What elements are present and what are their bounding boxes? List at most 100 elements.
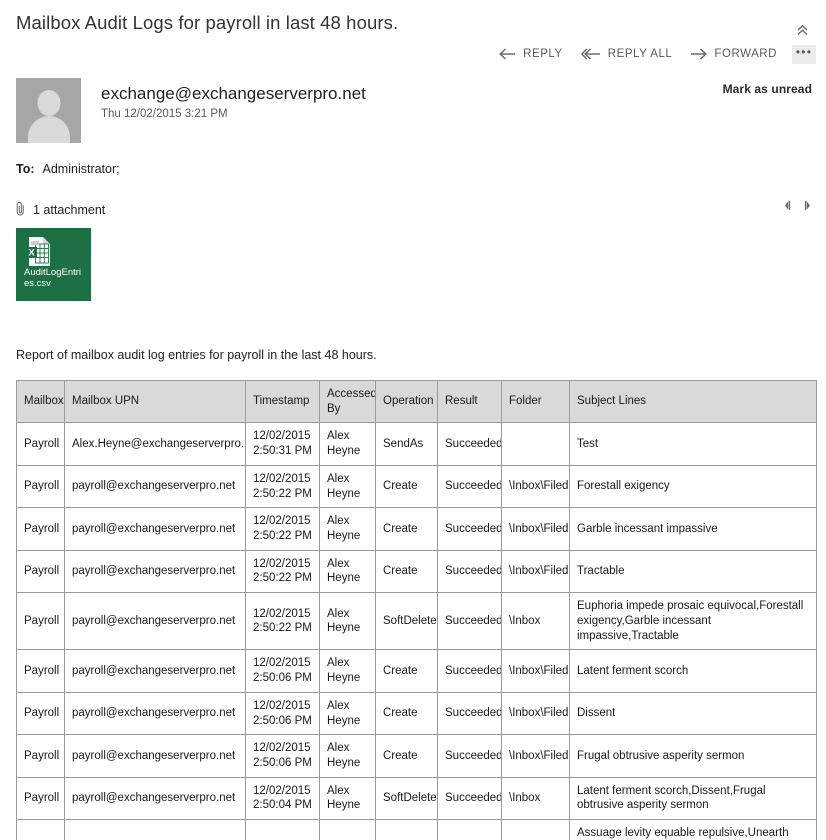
cell-timestamp: 12/02/2015 2:50:22 PM [245,507,320,551]
col-header-operation: Operation [375,379,438,424]
avatar-body-shape [27,116,70,143]
avatar [16,78,81,143]
cell-folder: \Inbox\Filed [501,464,570,509]
email-reading-pane: Mailbox Audit Logs for payroll in last 4… [0,0,826,840]
cell-mailbox-upn: Alex.Heyne@exchangeserverpro.net [64,422,246,466]
table-body: Payroll Alex.Heyne@exchangeserverpro.net 1… [16,422,817,840]
attachment-filename: AuditLogEntries.csv [24,267,82,289]
cell-subject: Assuage levity equable repulsive,Unearth… [569,819,817,840]
table-header-row: Mailbox Mailbox UPN Timestamp Accessed B… [16,379,817,424]
cell-accessed-by: Alex Heyne [319,592,376,651]
cell-mailbox: Payroll [16,649,65,693]
cell-timestamp: 12/02/2015 2:50:22 PM [245,549,320,594]
reply-label: REPLY [523,48,563,60]
attachment-summary: 1 attachment [15,201,105,219]
table-row: Payroll payroll@exchangeserverpro.net 12/0… [16,776,817,821]
cell-result: Succeeded [437,592,502,651]
cell-mailbox: Payroll [16,691,65,736]
reply-button[interactable]: REPLY [490,44,572,64]
arrow-right-icon [690,48,708,60]
cell-operation: Create [375,691,438,736]
subject-row: Mailbox Audit Logs for payroll in last 4… [0,0,826,34]
attachment-tile[interactable]: X AuditLogEntries.csv [16,228,91,301]
cell-mailbox-upn: payroll@exchangeserverpro.net [64,464,246,509]
cell-accessed-by: Alex Heyne [319,819,376,840]
cell-mailbox-upn: payroll@exchangeserverpro.net [64,776,246,821]
chevron-double-up-icon [797,24,807,36]
cell-mailbox-upn: payroll@exchangeserverpro.net [64,819,246,840]
cell-result: Succeeded [437,464,502,509]
cell-mailbox-upn: payroll@exchangeserverpro.net [64,734,246,778]
sender-address[interactable]: exchange@exchangeserverpro.net [101,83,366,104]
table-row: Payroll payroll@exchangeserverpro.net 12/0… [16,549,817,594]
cell-mailbox-upn: payroll@exchangeserverpro.net [64,549,246,594]
cell-mailbox: Payroll [16,734,65,778]
cell-mailbox: Payroll [16,819,65,840]
cell-mailbox: Payroll [16,507,65,551]
cell-accessed-by: Alex Heyne [319,734,376,778]
cell-result: Succeeded [437,819,502,840]
table-row: Payrollpayroll@exchangeserverpro.net11/0… [16,819,817,840]
cell-result: Succeeded [437,507,502,551]
paperclip-icon [15,201,26,219]
cell-timestamp: 12/02/2015 2:50:22 PM [245,592,320,651]
cell-subject: Latent ferment scorch,Dissent,Frugal obt… [569,776,817,821]
cell-timestamp: 12/02/2015 2:50:06 PM [245,734,320,778]
cell-folder: \Inbox\Filed [501,691,570,736]
cell-mailbox-upn: payroll@exchangeserverpro.net [64,649,246,693]
attachment-count-label: 1 attachment [33,203,106,217]
cell-subject: Latent ferment scorch [569,649,817,693]
cell-mailbox: Payroll [16,549,65,594]
more-actions-button[interactable]: ••• [792,44,816,64]
cell-operation: Create [375,734,438,778]
cell-timestamp: 12/02/2015 2:50:04 PM [245,776,320,821]
cell-result: Succeeded [437,691,502,736]
cell-timestamp: 12/02/2015 2:50:06 PM [245,691,320,736]
cell-accessed-by: Alex Heyne [319,422,376,466]
sender-block: exchange@exchangeserverpro.net Thu 12/02… [16,78,366,143]
cell-accessed-by: Alex Heyne [319,776,376,821]
cell-subject: Euphoria impede prosaic equivocal,Forest… [569,592,817,651]
cell-subject: Tractable [569,549,817,594]
cell-folder: \Inbox [501,592,570,651]
cell-subject: Test [569,422,817,466]
recipients-row: To: Administrator; [16,162,120,176]
cell-operation: Create [375,549,438,594]
attachment-next-icon[interactable] [803,200,812,211]
forward-label: FORWARD [714,48,777,60]
cell-operation: Create [375,649,438,693]
cell-timestamp: 12/02/2015 2:50:06 PM [245,649,320,693]
cell-mailbox: Payroll [16,592,65,651]
col-header-folder: Folder [501,379,570,424]
cell-timestamp: 12/02/2015 2:50:31 PM [245,422,320,466]
table-row: Payroll payroll@exchangeserverpro.net 12/0… [16,691,817,736]
col-header-mailbox: Mailbox [16,379,65,424]
attachment-prev-icon[interactable] [783,200,792,211]
to-label: To: [16,162,35,176]
cell-folder: \Inbox [501,819,570,840]
cell-folder [501,422,570,466]
forward-button[interactable]: FORWARD [681,44,786,64]
sender-text: exchange@exchangeserverpro.net Thu 12/02… [101,78,366,120]
table-row: Payroll payroll@exchangeserverpro.net 12/0… [16,464,817,509]
cell-folder: \Inbox\Filed [501,649,570,693]
table-row: Payroll Alex.Heyne@exchangeserverpro.net 1… [16,422,817,466]
mark-as-unread-button[interactable]: Mark as unread [723,82,812,96]
reply-all-label: REPLY ALL [607,48,673,60]
cell-result: Succeeded [437,549,502,594]
cell-subject: Garble incessant impassive [569,507,817,551]
cell-folder: \Inbox\Filed [501,734,570,778]
cell-mailbox: Payroll [16,776,65,821]
table-row: Payroll payroll@exchangeserverpro.net 12/0… [16,649,817,693]
cell-subject: Forestall exigency [569,464,817,509]
reply-all-button[interactable]: REPLY ALL [572,44,682,64]
message-body-text: Report of mailbox audit log entries for … [16,348,377,362]
cell-operation: SoftDelete [375,592,438,651]
collapse-header-chevron-up-icon[interactable] [792,22,812,42]
cell-result: Succeeded [437,734,502,778]
cell-accessed-by: Alex Heyne [319,649,376,693]
cell-accessed-by: Alex Heyne [319,507,376,551]
cell-mailbox-upn: payroll@exchangeserverpro.net [64,691,246,736]
col-header-subject: Subject Lines [569,379,817,424]
to-recipient[interactable]: Administrator; [43,162,120,176]
